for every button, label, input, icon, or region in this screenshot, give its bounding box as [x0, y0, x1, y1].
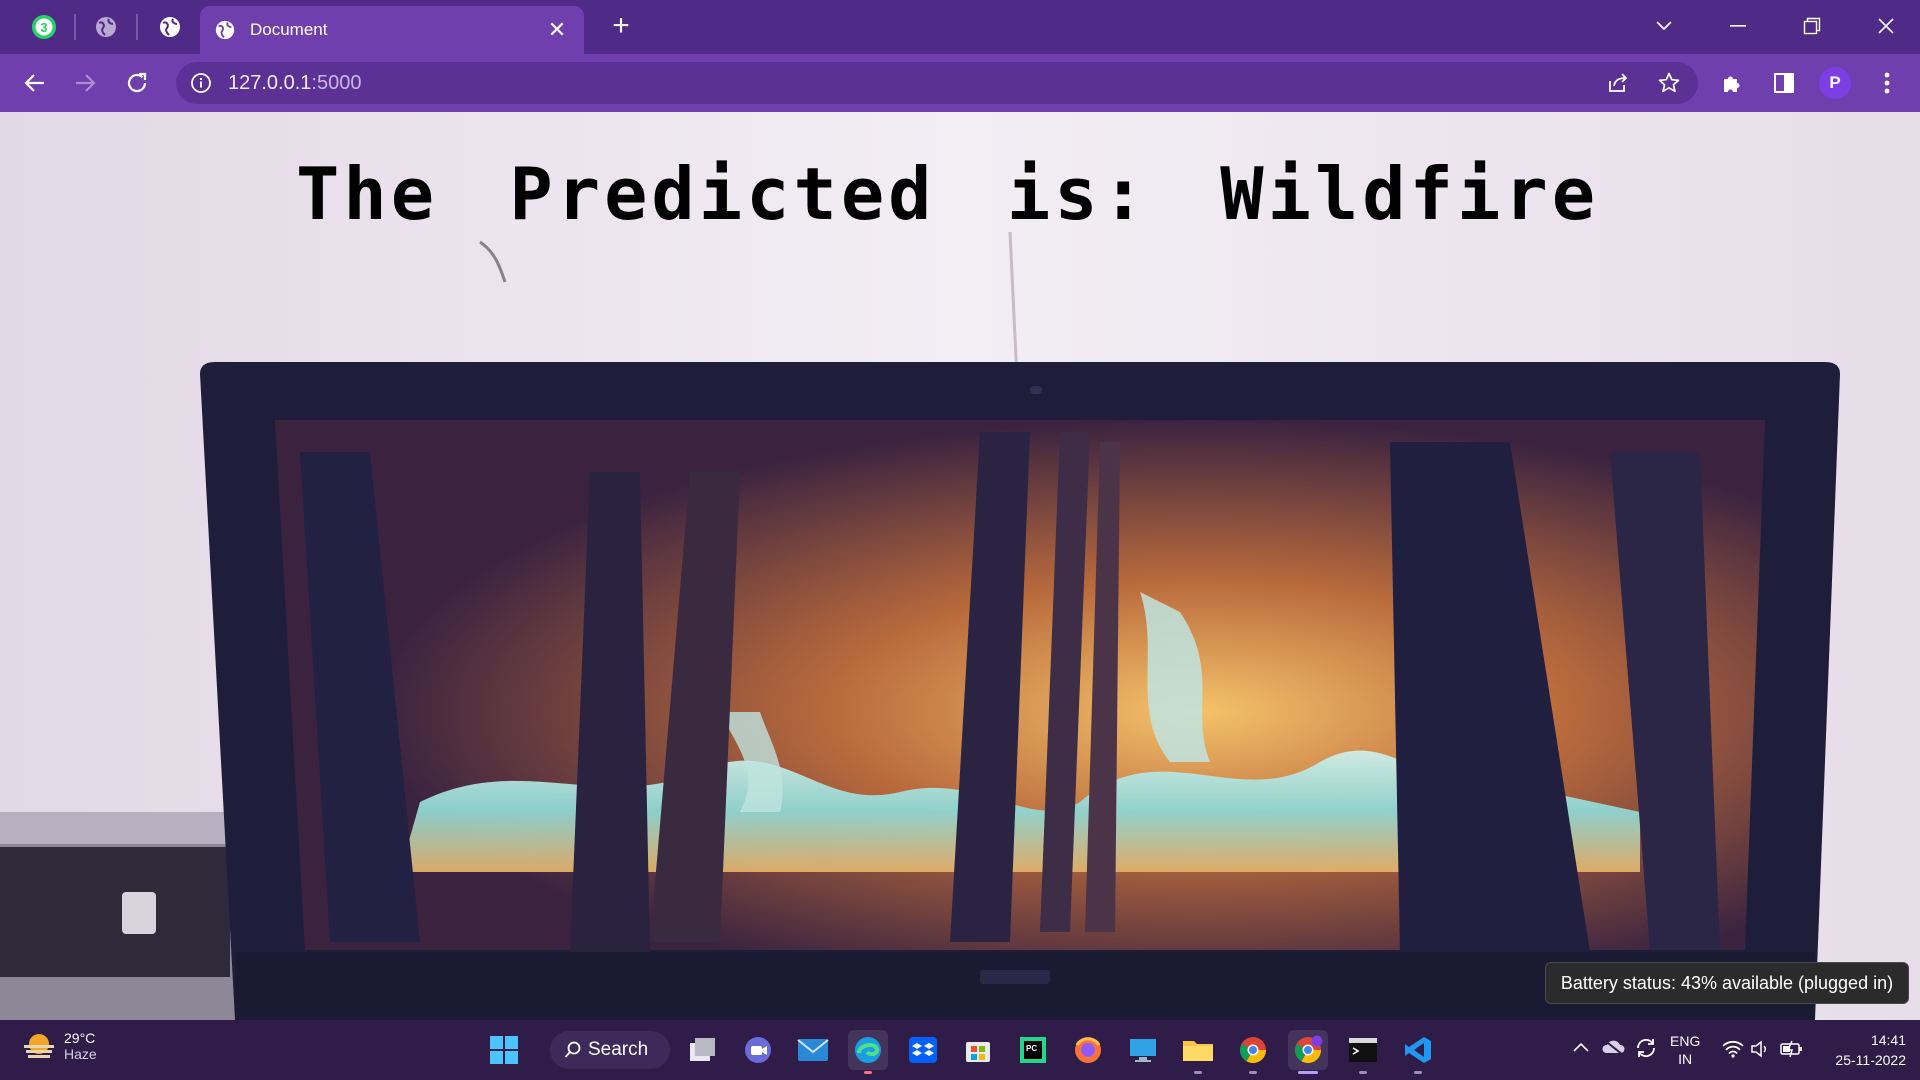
chrome-profile-button[interactable]	[1288, 1030, 1328, 1074]
language-region: IN	[1678, 1051, 1693, 1067]
running-indicator	[1414, 1071, 1422, 1074]
terminal-button[interactable]	[1343, 1030, 1383, 1074]
globe-icon	[215, 20, 235, 40]
running-indicator	[1359, 1071, 1367, 1074]
firefox-button[interactable]	[1068, 1030, 1108, 1070]
taskbar-search[interactable]: Search	[550, 1031, 670, 1069]
battery-tooltip: Battery status: 43% available (plugged i…	[1545, 962, 1909, 1004]
mail-button[interactable]	[793, 1030, 833, 1070]
address-bar[interactable]: 127.0.0.1:5000	[176, 62, 1698, 104]
tab-title: Document	[250, 20, 328, 39]
microsoft-store-button[interactable]	[958, 1030, 998, 1070]
tab-close-icon[interactable]: ✕	[544, 17, 570, 43]
show-hidden-icons-chevron-icon[interactable]	[1572, 1040, 1590, 1056]
search-icon	[564, 1041, 581, 1058]
pinned-tab-globe-2[interactable]	[150, 10, 190, 44]
chrome-button[interactable]	[1233, 1030, 1273, 1074]
volume-icon[interactable]	[1750, 1040, 1772, 1061]
extensions-puzzle-icon[interactable]	[1715, 66, 1749, 100]
address-url: 127.0.0.1:5000	[228, 72, 361, 95]
clock[interactable]: 14:41 25-11-2022	[1824, 1030, 1906, 1070]
firefox-icon	[1075, 1037, 1101, 1063]
chrome-profile-icon	[1294, 1035, 1323, 1064]
edge-button[interactable]	[848, 1030, 888, 1074]
bookmark-star-icon[interactable]	[1654, 68, 1684, 98]
close-window-button[interactable]	[1858, 8, 1914, 44]
webcam-frame-image	[0, 112, 1920, 1020]
vscode-icon	[1405, 1037, 1431, 1063]
battery-charging-icon[interactable]	[1780, 1040, 1804, 1061]
tab-document[interactable]: Document ✕	[200, 6, 584, 54]
clock-time: 14:41	[1870, 1032, 1906, 1048]
whatsapp-badge: 3	[40, 20, 47, 35]
clock-date: 25-11-2022	[1835, 1052, 1906, 1068]
dropbox-button[interactable]	[903, 1030, 943, 1070]
restore-button[interactable]	[1784, 8, 1840, 44]
task-view-button[interactable]	[683, 1030, 723, 1070]
share-icon[interactable]	[1603, 68, 1633, 98]
sync-icon[interactable]	[1634, 1036, 1658, 1063]
reload-button[interactable]	[118, 64, 156, 102]
dropbox-icon	[909, 1037, 937, 1063]
terminal-icon	[1349, 1038, 1377, 1062]
chrome-icon	[1239, 1037, 1267, 1064]
running-indicator	[1194, 1071, 1202, 1074]
task-view-icon	[690, 1038, 715, 1061]
taskbar: 29°C Haze Search PC ENG IN 14:41 25-11-2…	[0, 1020, 1920, 1080]
pycharm-button[interactable]: PC	[1013, 1030, 1053, 1070]
profile-avatar[interactable]: P	[1819, 67, 1851, 99]
windows-logo-icon	[490, 1036, 518, 1064]
prediction-text: The Predicted is: Wildfire	[296, 152, 1600, 236]
back-button[interactable]	[16, 64, 54, 102]
page-viewport: The Predicted is: Wildfire	[0, 112, 1920, 1020]
pycharm-icon: PC	[1020, 1037, 1046, 1063]
arrow-right-icon	[76, 74, 96, 92]
reload-icon	[127, 72, 147, 93]
search-label: Search	[588, 1039, 649, 1060]
file-explorer-button[interactable]	[1178, 1030, 1218, 1074]
onedrive-offline-icon[interactable]	[1600, 1037, 1626, 1060]
weather-widget[interactable]: 29°C Haze	[22, 1030, 97, 1062]
mail-icon	[797, 1039, 829, 1061]
globe-icon	[160, 17, 180, 37]
language-indicator[interactable]: ENG IN	[1670, 1032, 1700, 1068]
vscode-button[interactable]	[1398, 1030, 1438, 1074]
browser-toolbar: 127.0.0.1:5000 P	[0, 54, 1920, 112]
edge-icon	[855, 1037, 881, 1063]
store-icon	[966, 1042, 990, 1062]
tab-search-chevron-icon[interactable]	[1636, 8, 1692, 44]
weather-condition: Haze	[64, 1046, 97, 1062]
weather-temperature: 29°C	[64, 1030, 96, 1046]
language-code: ENG	[1670, 1033, 1701, 1049]
globe-icon	[96, 17, 116, 37]
remote-desktop-button[interactable]	[1123, 1030, 1163, 1070]
running-indicator	[864, 1071, 872, 1074]
tab-separator	[74, 14, 76, 40]
arrow-left-icon	[24, 74, 44, 92]
monitor-icon	[1130, 1039, 1156, 1062]
svg-text:PC: PC	[1026, 1044, 1037, 1053]
running-indicator	[1249, 1071, 1257, 1074]
teams-chat-icon	[745, 1037, 771, 1063]
pinned-tab-whatsapp[interactable]: 3	[24, 10, 64, 44]
minimize-button[interactable]	[1710, 8, 1766, 44]
url-port: :5000	[311, 71, 362, 94]
tab-strip: 3 Document ✕ +	[0, 0, 1920, 54]
forward-button[interactable]	[66, 64, 104, 102]
site-info-icon[interactable]	[186, 68, 216, 98]
haze-sun-icon	[24, 1034, 54, 1058]
side-panel-icon[interactable]	[1767, 66, 1801, 100]
running-indicator	[1298, 1071, 1318, 1074]
pinned-tab-globe-1[interactable]	[86, 10, 126, 44]
new-tab-button[interactable]: +	[604, 10, 638, 44]
teams-chat-button[interactable]	[738, 1030, 778, 1070]
url-host: 127.0.0.1	[228, 71, 312, 94]
whatsapp-icon: 3	[32, 15, 56, 39]
folder-icon	[1183, 1041, 1213, 1061]
start-button[interactable]	[484, 1030, 524, 1070]
wifi-icon[interactable]	[1722, 1040, 1744, 1061]
menu-kebab-icon[interactable]	[1870, 66, 1904, 100]
tab-separator	[136, 14, 138, 40]
